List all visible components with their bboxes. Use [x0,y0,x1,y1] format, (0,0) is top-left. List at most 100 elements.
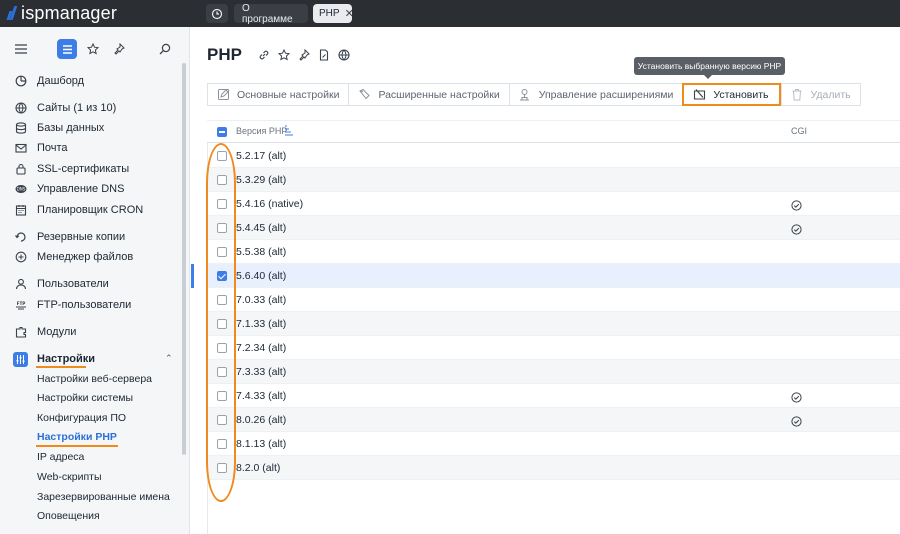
check-circle-icon [791,222,802,235]
manage-extensions-button[interactable]: Управление расширениями [508,83,683,106]
table-row[interactable]: 5.4.16 (native) [207,192,900,216]
tab-php[interactable]: PHP ✕ [313,4,354,23]
list-view-icon[interactable] [57,39,77,59]
sidebar-subitem-software-config[interactable]: Конфигурация ПО [37,410,126,426]
pin-icon[interactable] [297,48,311,62]
php-settings-highlight-underline [36,445,118,447]
close-icon[interactable]: ✕ [345,7,354,20]
sidebar-item-backups[interactable]: Резервные копии [0,228,180,246]
sidebar-item-users[interactable]: Пользователи [0,275,180,293]
table-row[interactable]: 7.3.33 (alt) [207,360,900,384]
sidebar-item-databases[interactable]: Базы данных [0,119,180,137]
sort-icon[interactable] [284,125,293,138]
sidebar-subitem-notifications[interactable]: Оповещения [37,508,100,524]
php-version-cell: 7.2.34 (alt) [236,342,287,354]
delete-button[interactable]: Удалить [780,83,861,106]
select-all-checkbox[interactable] [217,127,227,137]
php-version-cell: 8.1.13 (alt) [236,438,287,450]
advanced-settings-button[interactable]: Расширенные настройки [348,83,509,106]
table-row[interactable]: 7.0.33 (alt) [207,288,900,312]
php-version-cell: 7.1.33 (alt) [236,318,287,330]
basic-settings-button[interactable]: Основные настройки [207,83,349,106]
table-row[interactable]: 8.2.0 (alt) [207,456,900,480]
install-button[interactable]: Установить [682,83,781,106]
php-version-cell: 5.4.16 (native) [236,198,304,210]
sidebar-subitem-reserved-names[interactable]: Зарезервированные имена [37,489,170,505]
globe-icon [15,102,27,114]
table-row[interactable]: 5.6.40 (alt) [191,264,900,288]
top-bar: ispmanager О программе PHP ✕ [0,0,900,27]
table-row[interactable]: 7.1.33 (alt) [207,312,900,336]
table-header: Версия PHP CGI [207,120,900,143]
table-row[interactable]: 8.0.26 (alt) [207,408,900,432]
column-header-version[interactable]: Версия PHP [236,126,287,136]
sidebar-item-label: FTP-пользователи [37,299,132,311]
sidebar-scrollbar[interactable] [182,63,186,455]
toolbar: Основные настройки Расширенные настройки… [207,83,861,106]
sidebar-subitem-php-settings[interactable]: Настройки PHP [37,429,117,445]
logo[interactable]: ispmanager [6,3,117,23]
table-row[interactable]: 7.2.34 (alt) [207,336,900,360]
check-circle-icon [791,390,802,403]
menu-icon[interactable] [11,39,31,59]
sidebar-item-sites[interactable]: Сайты (1 из 10) [0,99,180,117]
globe-icon[interactable] [337,48,351,62]
php-version-cell: 5.6.40 (alt) [236,270,287,282]
user-icon [15,278,27,290]
sidebar-subitem-web-scripts[interactable]: Web-скрипты [37,469,102,485]
history-button[interactable] [206,4,228,23]
column-header-cgi[interactable]: CGI [791,126,807,136]
sidebar-item-label: Сайты (1 из 10) [37,102,117,114]
star-icon[interactable] [277,48,291,62]
sidebar-item-mail[interactable]: Почта [0,139,180,157]
folder-icon [15,251,27,263]
check-circle-icon [791,414,802,427]
sidebar-item-ftp-users[interactable]: FTP FTP-пользователи [0,296,180,314]
extensions-icon [518,88,532,102]
table-row[interactable]: 5.3.29 (alt) [207,168,900,192]
sidebar-item-dns[interactable]: DNS Управление DNS [0,180,180,198]
sidebar-item-label: Дашборд [37,75,85,87]
sidebar-item-label: Модули [37,326,77,338]
sidebar-item-label: Управление DNS [37,183,125,195]
page-title: PHP [207,45,242,64]
table-row[interactable]: 5.4.45 (alt) [207,216,900,240]
search-icon[interactable] [155,39,175,59]
table-row[interactable]: 7.4.33 (alt) [207,384,900,408]
sidebar-item-label: SSL-сертификаты [37,163,130,175]
logo-mark-icon [6,6,18,20]
sidebar-subitem-webserver[interactable]: Настройки веб-сервера [37,371,152,387]
settings-icon [13,351,28,367]
install-icon [692,88,706,102]
svg-text:DNS: DNS [17,187,26,192]
sidebar-subitem-ip-addresses[interactable]: IP адреса [37,449,84,465]
check-circle-icon [791,198,802,211]
star-icon[interactable] [83,39,103,59]
document-icon[interactable] [317,48,331,62]
advanced-settings-label: Расширенные настройки [378,88,500,101]
sidebar-toolbar [0,39,190,59]
link-icon[interactable] [257,48,271,62]
table-row[interactable]: 8.1.13 (alt) [207,432,900,456]
php-version-cell: 8.0.26 (alt) [236,414,287,426]
sidebar-item-settings[interactable]: Настройки [0,350,180,368]
sidebar-subitem-system[interactable]: Настройки системы [37,390,133,406]
chevron-up-icon[interactable]: ⌃ [165,353,173,364]
database-icon [15,122,27,134]
table-row[interactable]: 5.2.17 (alt) [207,144,900,168]
sidebar-item-ssl[interactable]: SSL-сертификаты [0,160,180,178]
sidebar-item-label: Пользователи [37,278,109,290]
sidebar-item-modules[interactable]: Модули [0,323,180,341]
sidebar: Дашборд Сайты (1 из 10) Базы данных Почт… [0,27,190,534]
sidebar-item-dashboard[interactable]: Дашборд [0,72,180,90]
dns-icon: DNS [15,183,27,195]
sidebar-item-cron[interactable]: Планировщик CRON [0,201,180,219]
tab-about-label: О программе [242,2,293,25]
pin-icon[interactable] [109,39,129,59]
sidebar-item-label: Резервные копии [37,231,126,243]
sidebar-item-file-manager[interactable]: Менеджер файлов [0,248,180,266]
table-row[interactable]: 5.5.38 (alt) [207,240,900,264]
modules-icon [15,326,27,338]
php-version-cell: 7.0.33 (alt) [236,294,287,306]
tab-about[interactable]: О программе [234,2,308,25]
